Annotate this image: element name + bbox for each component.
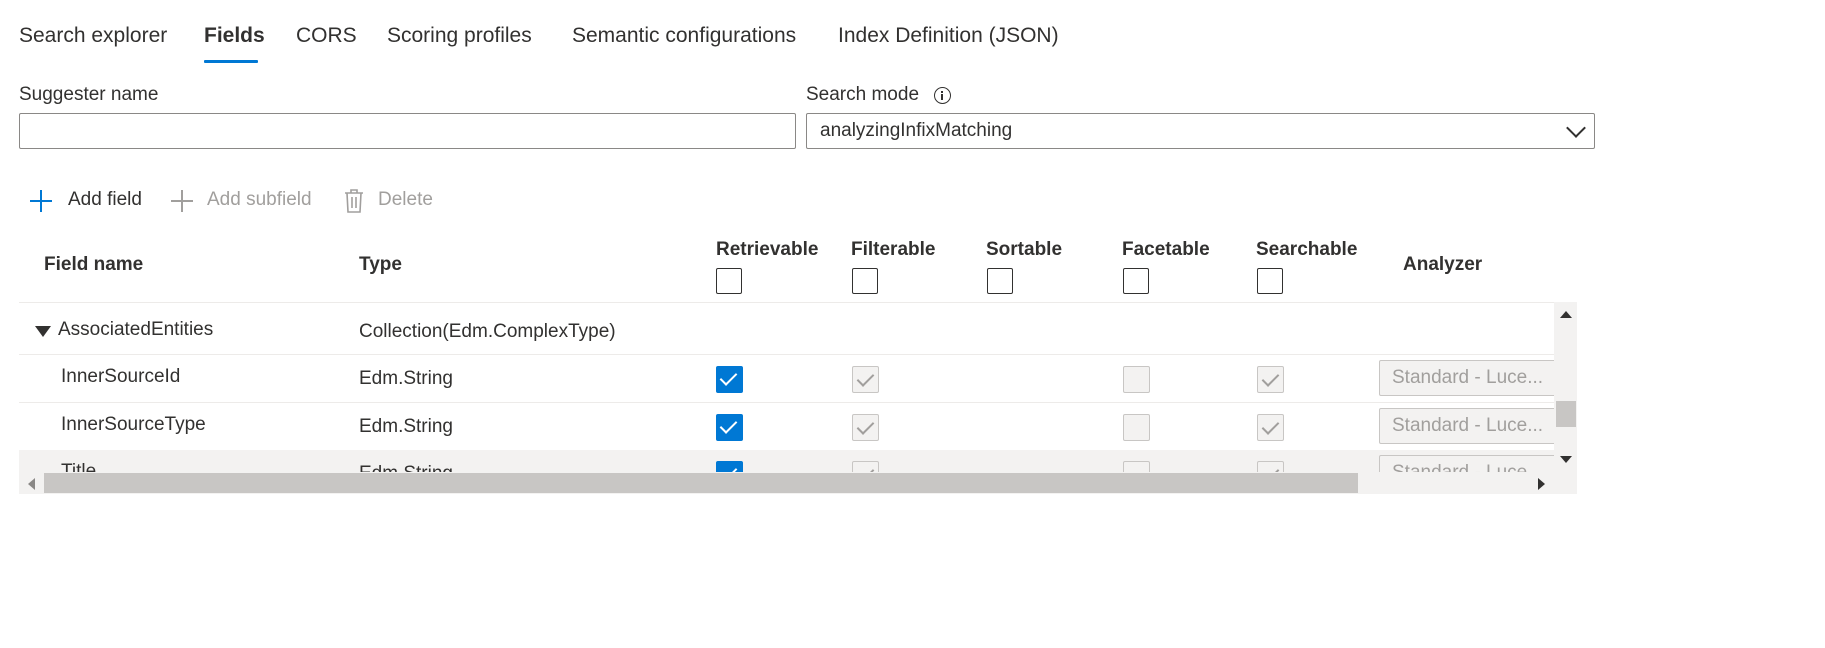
suggester-name-label: Suggester name	[19, 84, 159, 105]
field-name: InnerSourceType	[61, 414, 206, 435]
delete-button[interactable]: Delete	[343, 184, 443, 218]
tab-fields[interactable]: Fields	[204, 24, 265, 48]
search-mode-dropdown[interactable]: analyzingInfixMatching	[806, 113, 1595, 149]
add-icon	[171, 190, 193, 212]
searchable-checkbox	[1257, 414, 1284, 441]
field-name: AssociatedEntities	[58, 319, 214, 340]
column-header-retrievable: Retrievable	[716, 239, 819, 260]
trash-icon	[345, 189, 363, 213]
vertical-scrollbar[interactable]	[1554, 302, 1577, 472]
searchable-select-all-checkbox[interactable]	[1257, 268, 1283, 294]
collapse-caret-icon[interactable]	[35, 326, 51, 337]
column-header-facetable: Facetable	[1122, 239, 1210, 260]
table-row[interactable]: AssociatedEntities Collection(Edm.Comple…	[19, 307, 1562, 355]
table-row[interactable]: InnerSourceType Edm.String Standard - Lu…	[19, 403, 1565, 451]
search-mode-label: Search mode	[806, 84, 920, 105]
column-header-field-name[interactable]: Field name	[44, 254, 143, 276]
scroll-up-arrow-icon[interactable]	[1560, 311, 1572, 318]
facetable-checkbox	[1123, 414, 1150, 441]
filterable-checkbox	[852, 414, 879, 441]
header-divider	[19, 302, 1577, 303]
chevron-down-icon	[1566, 118, 1586, 138]
column-header-type[interactable]: Type	[359, 254, 402, 276]
retrievable-select-all-checkbox[interactable]	[716, 268, 742, 294]
add-subfield-button[interactable]: Add subfield	[171, 184, 321, 218]
field-name: InnerSourceId	[61, 366, 181, 387]
scroll-down-arrow-icon[interactable]	[1560, 456, 1572, 463]
column-header-sortable: Sortable	[986, 239, 1063, 260]
facetable-select-all-checkbox[interactable]	[1123, 268, 1149, 294]
retrievable-checkbox[interactable]	[716, 414, 743, 441]
facetable-checkbox	[1123, 461, 1150, 472]
info-icon[interactable]	[934, 87, 951, 104]
search-mode-value: analyzingInfixMatching	[820, 120, 1013, 141]
tab-scoring-profiles[interactable]: Scoring profiles	[387, 24, 532, 48]
add-field-button[interactable]: Add field	[30, 184, 150, 218]
tab-index-definition-json[interactable]: Index Definition (JSON)	[838, 24, 1059, 48]
horizontal-scroll-thumb[interactable]	[44, 473, 1358, 493]
add-subfield-label: Add subfield	[207, 189, 312, 210]
add-field-label: Add field	[68, 189, 142, 210]
retrievable-checkbox[interactable]	[716, 366, 743, 393]
filterable-select-all-checkbox[interactable]	[852, 268, 878, 294]
column-header-analyzer[interactable]: Analyzer	[1403, 254, 1482, 276]
tab-search-explorer[interactable]: Search explorer	[19, 24, 167, 48]
column-header-searchable: Searchable	[1256, 239, 1358, 260]
tab-cors[interactable]: CORS	[296, 24, 357, 48]
filterable-checkbox	[852, 366, 879, 393]
searchable-checkbox	[1257, 366, 1284, 393]
analyzer-dropdown: Standard - Luce...	[1379, 360, 1565, 396]
filterable-checkbox	[852, 461, 879, 472]
table-row-clipped: Title Edm.String Standard - Luce...	[19, 450, 1554, 472]
retrievable-checkbox[interactable]	[716, 461, 743, 472]
tab-semantic-configurations[interactable]: Semantic configurations	[572, 24, 796, 48]
add-icon	[30, 190, 52, 212]
tab-selected-indicator	[204, 60, 258, 63]
scroll-right-arrow-icon[interactable]	[1538, 478, 1545, 490]
field-type: Edm.String	[359, 368, 453, 389]
scroll-left-arrow-icon[interactable]	[28, 478, 35, 490]
searchable-checkbox	[1257, 461, 1284, 472]
field-type: Edm.String	[359, 463, 453, 472]
vertical-scroll-thumb[interactable]	[1556, 401, 1576, 427]
facetable-checkbox	[1123, 366, 1150, 393]
analyzer-dropdown: Standard - Luce...	[1379, 408, 1565, 444]
sortable-select-all-checkbox[interactable]	[987, 268, 1013, 294]
analyzer-dropdown: Standard - Luce...	[1379, 455, 1554, 472]
field-name: Title	[61, 461, 97, 472]
field-type: Collection(Edm.ComplexType)	[359, 321, 616, 342]
column-header-filterable: Filterable	[851, 239, 936, 260]
suggester-name-input[interactable]	[19, 113, 796, 149]
delete-label: Delete	[378, 189, 433, 210]
field-type: Edm.String	[359, 416, 453, 437]
table-row[interactable]: Title Edm.String Standard - Luce...	[19, 450, 1554, 472]
table-row[interactable]: InnerSourceId Edm.String Standard - Luce…	[19, 355, 1565, 403]
